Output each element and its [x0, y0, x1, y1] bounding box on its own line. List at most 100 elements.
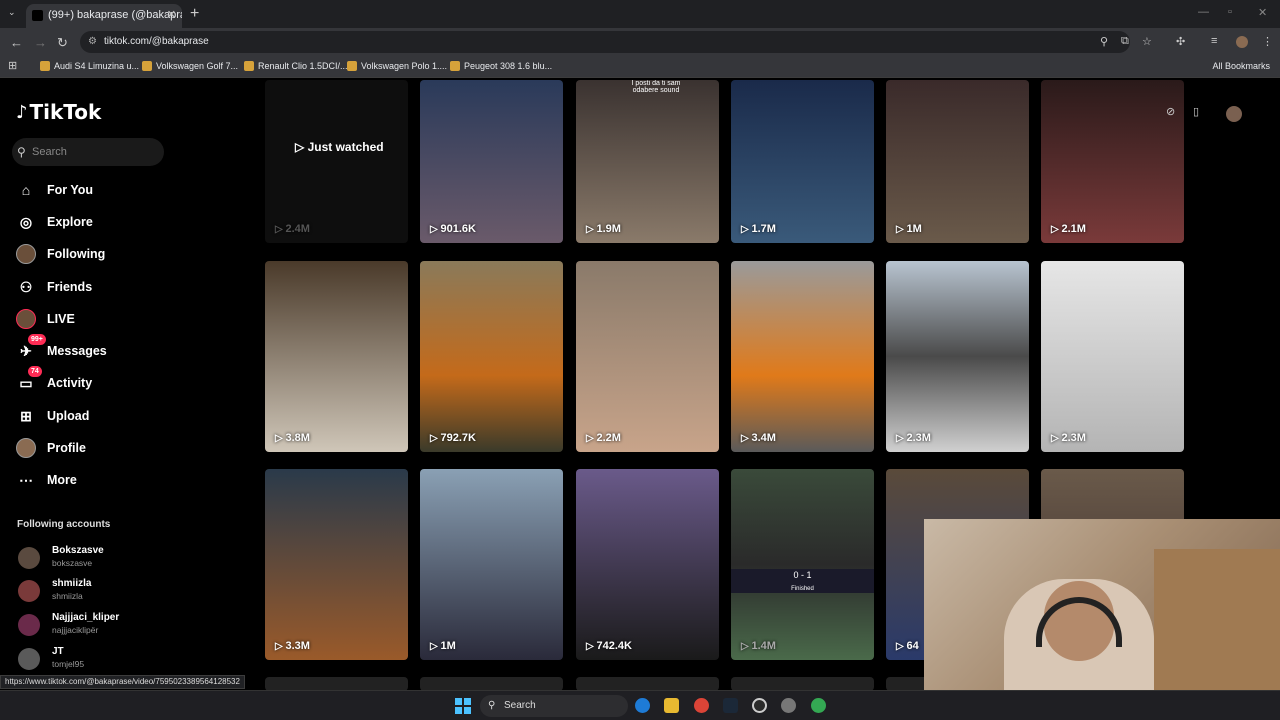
- video-tile[interactable]: 0 - 1Finished 1.4M: [731, 469, 874, 660]
- nav-live[interactable]: LIVE: [16, 308, 75, 330]
- search-icon: ⚲: [17, 145, 26, 159]
- video-tile[interactable]: 3.3M: [265, 469, 408, 660]
- chrome-icon[interactable]: [694, 698, 709, 713]
- search-placeholder: Search: [32, 146, 67, 158]
- close-tab-icon[interactable]: ✕: [167, 4, 176, 26]
- score-banner: 0 - 1 Finished: [731, 569, 874, 593]
- zoom-icon[interactable]: ⚲: [1100, 35, 1108, 48]
- nav-friends[interactable]: ⚇ Friends: [16, 276, 92, 298]
- bookmark-item[interactable]: Audi S4 Limuzina u...: [40, 61, 139, 71]
- video-tile[interactable]: [265, 677, 408, 691]
- search-input[interactable]: ⚲ Search: [12, 138, 164, 166]
- video-caption: I posti da ti sam odabere sound: [631, 80, 681, 94]
- video-tile[interactable]: 3.4M: [731, 261, 874, 452]
- menu-icon[interactable]: ⋮: [1262, 35, 1273, 48]
- windows-start-icon[interactable]: [455, 698, 471, 714]
- search-icon: ⚲: [488, 700, 496, 711]
- site-info-icon[interactable]: ⚙: [88, 31, 97, 53]
- view-count: 2.3M: [896, 432, 930, 444]
- app-icon[interactable]: [752, 698, 767, 713]
- nav-explore[interactable]: ◎ Explore: [16, 211, 93, 233]
- account-item[interactable]: Najjjaci_kliper najjjaciklipër: [18, 612, 218, 642]
- upload-icon: ⊞: [20, 407, 32, 424]
- video-tile[interactable]: 2.3M: [886, 261, 1029, 452]
- account-item[interactable]: shmiizla shmiizla: [18, 578, 218, 608]
- media-icon[interactable]: ≡: [1211, 35, 1217, 47]
- back-icon[interactable]: ←: [10, 35, 23, 50]
- apps-icon[interactable]: ⊞: [8, 59, 17, 72]
- cast-icon[interactable]: ⧉: [1121, 35, 1129, 48]
- reload-icon[interactable]: ↻: [57, 35, 68, 51]
- address-bar[interactable]: ⚙ tiktok.com/@bakaprase: [80, 31, 1130, 53]
- forward-icon[interactable]: →: [34, 35, 47, 50]
- tab-strip: ⌄ (99+) bakaprase (@bakaprase) | ✕ + — ▫…: [0, 0, 1280, 28]
- browser-tab[interactable]: (99+) bakaprase (@bakaprase) | ✕: [26, 4, 182, 28]
- account-item[interactable]: Bokszasve bokszasve: [18, 545, 218, 575]
- file-explorer-icon[interactable]: [664, 698, 679, 713]
- following-accounts-title: Following accounts: [17, 519, 111, 530]
- bookmarks-bar: ⊞ Audi S4 Limuzina u... Volkswagen Golf …: [0, 56, 1280, 78]
- activity-badge: 74: [28, 366, 42, 377]
- user-avatar[interactable]: [1226, 106, 1242, 122]
- view-count: 3.8M: [275, 432, 309, 444]
- new-tab-button[interactable]: +: [190, 5, 199, 23]
- tab-search-icon[interactable]: ⌄: [8, 7, 16, 18]
- chrome-profile-icon[interactable]: [811, 698, 826, 713]
- view-count: 1M: [430, 640, 455, 652]
- avatar: [18, 580, 40, 602]
- taskbar-search[interactable]: ⚲ Search: [480, 695, 628, 717]
- view-count: 2.2M: [586, 432, 620, 444]
- bookmark-star-icon[interactable]: ☆: [1142, 35, 1152, 48]
- nav-messages[interactable]: ✈ 99+ Messages: [16, 334, 107, 362]
- bookmark-item[interactable]: Peugeot 308 1.6 blu...: [450, 61, 552, 71]
- bookmark-item[interactable]: Volkswagen Polo 1....: [347, 61, 447, 71]
- view-count: 3.3M: [275, 640, 309, 652]
- nav-profile[interactable]: Profile: [16, 437, 86, 459]
- edge-icon[interactable]: [635, 698, 650, 713]
- view-count: 742.4K: [586, 640, 631, 652]
- view-count: 3.4M: [741, 432, 775, 444]
- taskbar: ⚲ Search: [0, 690, 1280, 720]
- video-tile[interactable]: 1M: [886, 80, 1029, 243]
- steam-icon[interactable]: [723, 698, 738, 713]
- nav-more[interactable]: ⋯ More: [16, 469, 77, 491]
- view-count: 901.6K: [430, 223, 475, 235]
- video-tile[interactable]: I posti da ti sam odabere sound 1.9M: [576, 80, 719, 243]
- phone-icon[interactable]: ▯: [1193, 105, 1199, 118]
- video-tile[interactable]: 742.4K: [576, 469, 719, 660]
- messages-icon: ✈ 99+: [16, 334, 46, 361]
- extensions-icon[interactable]: ✣: [1176, 35, 1185, 48]
- maximize-icon[interactable]: ▫: [1228, 6, 1232, 18]
- profile-avatar-icon[interactable]: [1236, 36, 1248, 48]
- view-count: 1.7M: [741, 223, 775, 235]
- settings-icon[interactable]: [781, 698, 796, 713]
- compass-small-icon[interactable]: ⊘: [1166, 105, 1175, 118]
- video-tile[interactable]: 1M: [420, 469, 563, 660]
- account-item[interactable]: JT tomjel95: [18, 646, 218, 676]
- video-tile[interactable]: 792.7K: [420, 261, 563, 452]
- window-close-icon[interactable]: ✕: [1258, 6, 1267, 19]
- bookmark-item[interactable]: Volkswagen Golf 7...: [142, 61, 238, 71]
- friends-icon: ⚇: [19, 278, 33, 295]
- status-url: https://www.tiktok.com/@bakaprase/video/…: [0, 675, 245, 689]
- nav-upload[interactable]: ⊞ Upload: [16, 405, 89, 427]
- video-tile[interactable]: 2.3M: [1041, 261, 1184, 452]
- nav-activity[interactable]: ▭ 74 Activity: [16, 366, 92, 394]
- video-tile[interactable]: [420, 677, 563, 691]
- video-tile[interactable]: ▷ Just watched 2.4M: [265, 80, 408, 243]
- video-tile[interactable]: 3.8M: [265, 261, 408, 452]
- nav-for-you[interactable]: ⌂ For You: [16, 179, 93, 201]
- minimize-icon[interactable]: —: [1198, 6, 1209, 18]
- video-tile[interactable]: [731, 677, 874, 691]
- bookmark-item[interactable]: Renault Clio 1.5DCI/...: [244, 61, 348, 71]
- video-tile[interactable]: 1.7M: [731, 80, 874, 243]
- view-count: 64: [896, 640, 918, 652]
- video-tile[interactable]: 2.1M: [1041, 80, 1184, 243]
- messages-badge: 99+: [28, 334, 46, 345]
- video-tile[interactable]: [576, 677, 719, 691]
- video-tile[interactable]: 901.6K: [420, 80, 563, 243]
- tiktok-logo[interactable]: ♪ TikTok: [16, 100, 101, 124]
- all-bookmarks-button[interactable]: All Bookmarks: [1212, 61, 1270, 71]
- video-tile[interactable]: 2.2M: [576, 261, 719, 452]
- nav-following[interactable]: Following: [16, 243, 105, 265]
